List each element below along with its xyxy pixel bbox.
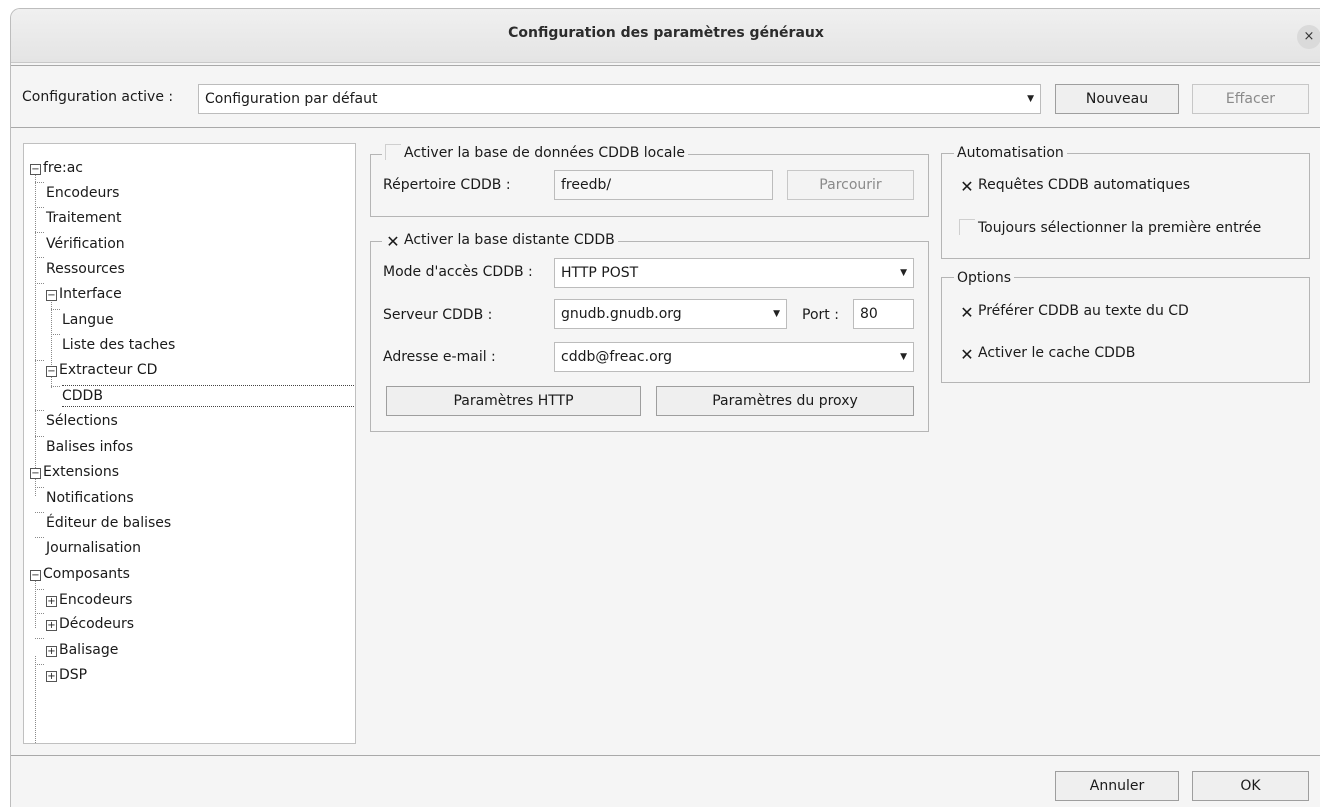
title-separator <box>11 65 1320 66</box>
enable-cache-label: Activer le cache CDDB <box>978 345 1136 361</box>
tree-item-cddb[interactable]: CDDB <box>62 385 355 407</box>
tree-label: DSP <box>59 667 88 683</box>
new-config-button[interactable]: Nouveau <box>1055 84 1179 114</box>
email-value: cddb@freac.org <box>561 349 673 365</box>
checkbox-unchecked-icon[interactable] <box>385 144 401 160</box>
tree-item-tags[interactable]: Balises infos <box>46 437 133 459</box>
tree-item-language[interactable]: Langue <box>62 310 114 332</box>
expand-icon[interactable]: + <box>46 646 57 657</box>
tree-item-freac[interactable]: − fre:ac <box>30 158 83 180</box>
tree-label: Composants <box>43 566 130 582</box>
tree-item-tag-editor[interactable]: Éditeur de balises <box>46 513 171 535</box>
title-bar: Configuration des paramètres généraux × <box>11 9 1320 63</box>
checkbox-checked-icon[interactable]: ✕ <box>959 179 975 195</box>
automation-title: Automatisation <box>954 144 1067 162</box>
server-combo[interactable]: gnudb.gnudb.org ▼ <box>554 299 787 329</box>
port-label: Port : <box>802 307 839 323</box>
tree-item-notifications[interactable]: Notifications <box>46 488 134 510</box>
automation-group <box>941 153 1310 259</box>
collapse-icon[interactable]: − <box>30 164 41 175</box>
access-mode-select[interactable]: HTTP POST ▼ <box>554 258 914 288</box>
cancel-button[interactable]: Annuler <box>1055 771 1179 801</box>
options-group <box>941 277 1310 383</box>
footer-separator <box>11 755 1320 756</box>
prefer-cddb-label: Préférer CDDB au texte du CD <box>978 303 1189 319</box>
tree-label: fre:ac <box>43 160 83 176</box>
chevron-down-icon: ▼ <box>773 309 780 319</box>
port-field[interactable]: 80 <box>853 299 914 329</box>
always-first-option[interactable]: Toujours sélectionner la première entrée <box>959 219 1261 236</box>
always-first-label: Toujours sélectionner la première entrée <box>978 220 1262 236</box>
tree-item-extensions[interactable]: − Extensions <box>30 462 119 484</box>
active-config-combo[interactable]: Configuration par défaut ▼ <box>198 84 1041 114</box>
auto-queries-label: Requêtes CDDB automatiques <box>978 177 1191 193</box>
tree-label: Interface <box>59 286 122 302</box>
tree-label: Extensions <box>43 464 120 480</box>
prefer-cddb-option[interactable]: ✕ Préférer CDDB au texte du CD <box>959 303 1189 321</box>
dialog-title: Configuration des paramètres généraux <box>508 25 824 41</box>
local-cddb-toggle[interactable]: Activer la base de données CDDB locale <box>382 144 688 162</box>
chevron-down-icon: ▼ <box>900 268 907 278</box>
auto-queries-option[interactable]: ✕ Requêtes CDDB automatiques <box>959 177 1190 195</box>
tree-item-processing[interactable]: Traitement <box>46 208 121 230</box>
active-config-value: Configuration par défaut <box>205 91 378 107</box>
tree-label: Encodeurs <box>59 592 133 608</box>
browse-button[interactable]: Parcourir <box>787 170 914 200</box>
remote-cddb-title: Activer la base distante CDDB <box>404 232 615 248</box>
cddb-dir-label: Répertoire CDDB : <box>383 177 511 193</box>
expand-icon[interactable]: + <box>46 671 57 682</box>
email-combo[interactable]: cddb@freac.org ▼ <box>554 342 914 372</box>
enable-cache-option[interactable]: ✕ Activer le cache CDDB <box>959 345 1135 363</box>
tree-item-resources[interactable]: Ressources <box>46 259 125 281</box>
expand-icon[interactable]: + <box>46 596 57 607</box>
cddb-dir-field[interactable]: freedb/ <box>554 170 773 200</box>
remote-cddb-toggle[interactable]: ✕ Activer la base distante CDDB <box>382 231 618 250</box>
tree-item-tasklist[interactable]: Liste des taches <box>62 335 175 357</box>
tree-item-logging[interactable]: Journalisation <box>46 538 141 560</box>
tree-item-components[interactable]: − Composants <box>30 564 130 586</box>
tree-item-encoders[interactable]: Encodeurs <box>46 183 119 205</box>
collapse-icon[interactable]: − <box>30 570 41 581</box>
access-mode-value: HTTP POST <box>561 265 639 281</box>
expand-icon[interactable]: + <box>46 620 57 631</box>
checkbox-unchecked-icon[interactable] <box>959 219 975 235</box>
tree-item-comp-encoders[interactable]: + Encodeurs <box>46 590 132 612</box>
tree-label: Balisage <box>59 642 119 658</box>
collapse-icon[interactable]: − <box>46 366 57 377</box>
tree-item-comp-tagging[interactable]: + Balisage <box>46 640 118 662</box>
tree-item-interface[interactable]: − Interface <box>46 284 122 306</box>
local-cddb-title: Activer la base de données CDDB locale <box>404 145 685 161</box>
chevron-down-icon: ▼ <box>1027 94 1034 104</box>
collapse-icon[interactable]: − <box>46 290 57 301</box>
chevron-down-icon: ▼ <box>900 352 907 362</box>
tree-item-comp-dsp[interactable]: + DSP <box>46 665 87 687</box>
checkbox-checked-icon[interactable]: ✕ <box>959 305 975 321</box>
delete-config-button[interactable]: Effacer <box>1192 84 1309 114</box>
active-config-label: Configuration active : <box>22 89 174 105</box>
checkbox-checked-icon[interactable]: ✕ <box>385 234 401 250</box>
tree-item-verification[interactable]: Vérification <box>46 234 125 256</box>
tree-label: Décodeurs <box>59 616 135 632</box>
http-settings-button[interactable]: Paramètres HTTP <box>386 386 641 416</box>
email-label: Adresse e-mail : <box>383 349 496 365</box>
proxy-settings-button[interactable]: Paramètres du proxy <box>656 386 914 416</box>
server-label: Serveur CDDB : <box>383 307 493 323</box>
ok-button[interactable]: OK <box>1192 771 1309 801</box>
close-icon[interactable]: × <box>1297 25 1320 49</box>
config-separator <box>11 127 1320 128</box>
tree-item-comp-decoders[interactable]: + Décodeurs <box>46 614 134 636</box>
tree-label: Extracteur CD <box>59 362 158 378</box>
tree-item-cd-ripper[interactable]: − Extracteur CD <box>46 360 157 382</box>
collapse-icon[interactable]: − <box>30 468 41 479</box>
access-mode-label: Mode d'accès CDDB : <box>383 264 533 280</box>
settings-tree: − fre:ac Encodeurs Traitement Vérificatio… <box>23 143 356 744</box>
server-value: gnudb.gnudb.org <box>561 306 682 322</box>
settings-dialog: Configuration des paramètres généraux × … <box>10 8 1320 807</box>
options-title: Options <box>954 269 1015 287</box>
checkbox-checked-icon[interactable]: ✕ <box>959 347 975 363</box>
tree-item-selections[interactable]: Sélections <box>46 411 118 433</box>
